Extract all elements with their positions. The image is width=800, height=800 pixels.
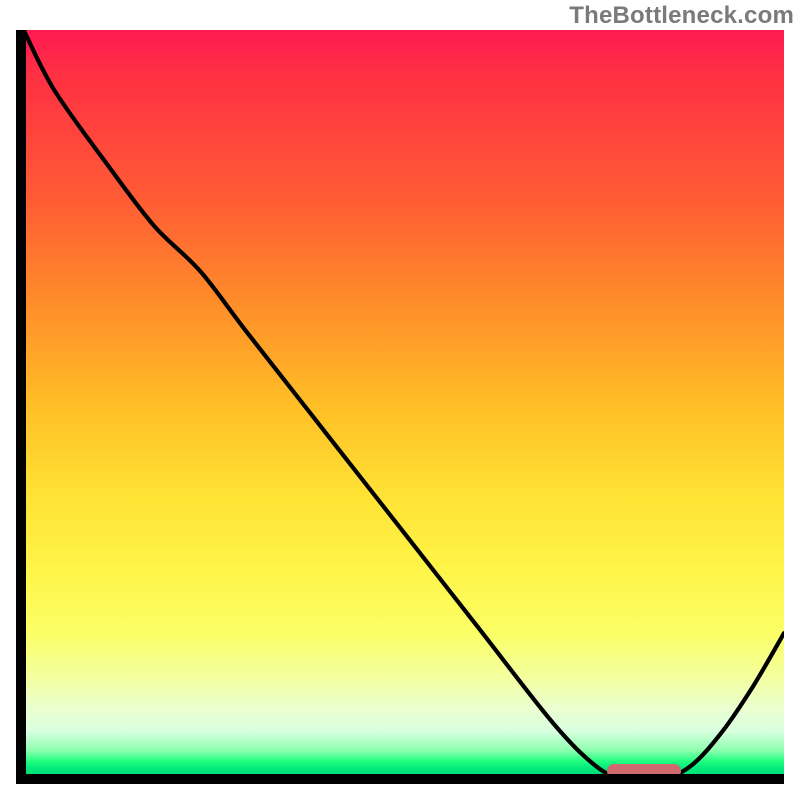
chart-container: TheBottleneck.com xyxy=(0,0,800,800)
watermark-text: TheBottleneck.com xyxy=(569,2,794,30)
bottleneck-curve xyxy=(16,30,784,784)
optimal-range-marker xyxy=(607,764,681,778)
